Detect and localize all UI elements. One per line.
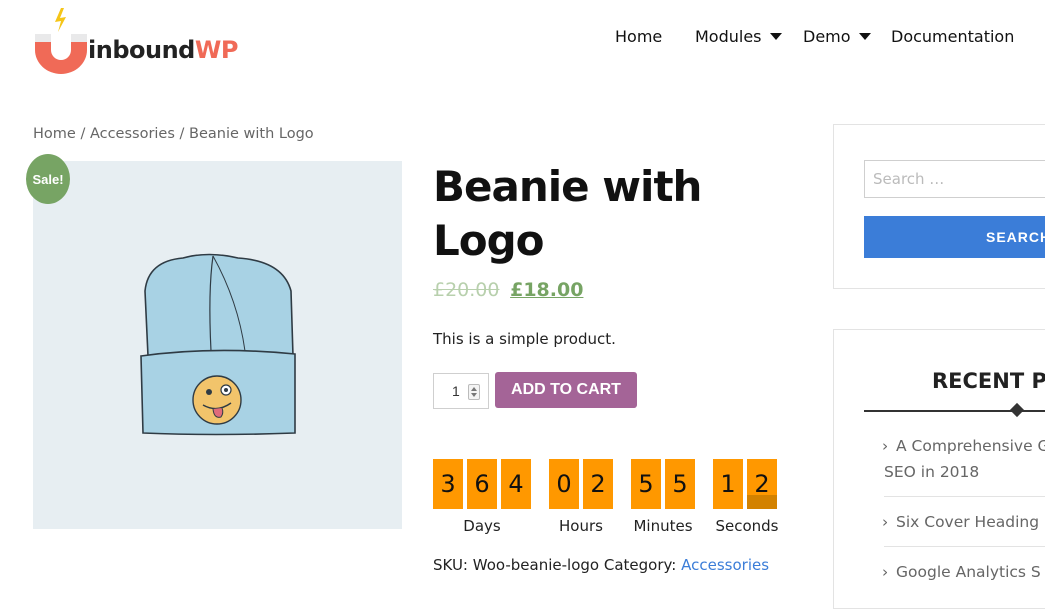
product-image[interactable]: [33, 161, 402, 529]
product-meta: SKU: Woo-beanie-logo Category: Accessori…: [433, 556, 769, 574]
countdown-digit: 3: [433, 459, 463, 509]
nav-documentation[interactable]: Documentation: [891, 27, 1014, 46]
breadcrumb-category[interactable]: Accessories: [90, 126, 175, 142]
breadcrumb-current: Beanie with Logo: [189, 126, 314, 142]
divider: [884, 496, 1045, 497]
site-logo[interactable]: inboundWP: [33, 8, 263, 76]
product-price: £20.00 £18.00: [433, 279, 583, 301]
chevron-right-icon: ›: [882, 563, 889, 581]
breadcrumb: Home / Accessories / Beanie with Logo: [33, 126, 314, 142]
sku-value: Woo-beanie-logo: [472, 556, 600, 574]
breadcrumb-sep: /: [80, 126, 86, 142]
countdown-digit: 4: [501, 459, 531, 509]
beanie-image: [140, 253, 296, 436]
sku-label: SKU:: [433, 556, 468, 574]
quantity-stepper[interactable]: 1: [433, 373, 489, 409]
divider: [884, 546, 1045, 547]
nav-home[interactable]: Home: [615, 27, 662, 46]
recent-post-link[interactable]: › Google Analytics S: [882, 559, 1041, 585]
recent-post-link[interactable]: › A Comprehensive G SEO in 2018: [882, 433, 1045, 485]
countdown-label-minutes: Minutes: [633, 517, 693, 535]
recent-post-link[interactable]: › Six Cover Heading S: [882, 509, 1045, 535]
search-input[interactable]: Search …: [864, 160, 1045, 198]
nav-demo[interactable]: Demo: [803, 27, 871, 46]
breadcrumb-sep: /: [179, 126, 185, 142]
caret-down-icon: [858, 33, 871, 40]
old-price: £20.00: [433, 279, 500, 301]
sale-price: £18.00: [510, 279, 584, 301]
countdown-digit: 5: [665, 459, 695, 509]
sale-badge: Sale!: [26, 154, 70, 204]
nav-modules[interactable]: Modules: [695, 27, 782, 46]
countdown-label-hours: Hours: [559, 517, 603, 535]
countdown-label-days: Days: [463, 517, 501, 535]
add-to-cart-button[interactable]: ADD TO CART: [495, 372, 637, 408]
countdown-digit: 0: [549, 459, 579, 509]
countdown-digit: 6: [467, 459, 497, 509]
category-label: Category:: [603, 556, 677, 574]
caret-down-icon: [769, 33, 782, 40]
spinner-icon[interactable]: [468, 384, 480, 400]
logo-text: inboundWP: [88, 36, 238, 64]
countdown-label-seconds: Seconds: [715, 517, 779, 535]
countdown-digit: 2: [747, 459, 777, 509]
recent-posts-title: RECENT PO: [932, 369, 1045, 393]
product-title: Beanie with Logo: [433, 162, 702, 265]
search-button[interactable]: SEARCH: [864, 216, 1045, 258]
countdown-digit: 1: [713, 459, 743, 509]
quantity-value: 1: [452, 383, 460, 399]
chevron-right-icon: ›: [882, 513, 889, 531]
countdown-digit: 5: [631, 459, 661, 509]
breadcrumb-home[interactable]: Home: [33, 126, 76, 142]
countdown-digit: 2: [583, 459, 613, 509]
chevron-right-icon: ›: [882, 437, 889, 455]
search-widget: [833, 124, 1045, 289]
category-link[interactable]: Accessories: [681, 556, 769, 574]
magnet-icon: [35, 8, 87, 74]
product-description: This is a simple product.: [433, 330, 616, 348]
